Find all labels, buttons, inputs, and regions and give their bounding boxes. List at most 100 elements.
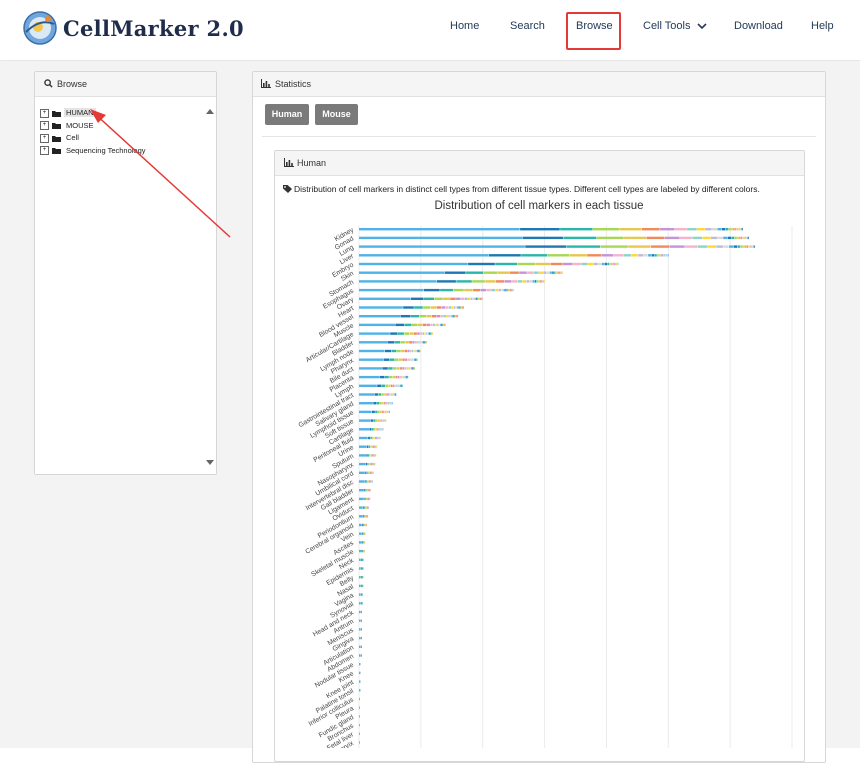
bar-segment[interactable] — [562, 262, 573, 266]
bar-vagina[interactable] — [359, 593, 363, 596]
bar-segment[interactable] — [386, 410, 388, 414]
bar-segment[interactable] — [527, 271, 534, 274]
bar-segment[interactable] — [415, 349, 417, 353]
bar-segment[interactable] — [468, 297, 471, 300]
bar-segment[interactable] — [414, 358, 416, 361]
bar-segment[interactable] — [409, 341, 413, 344]
bar-sputum[interactable] — [359, 454, 377, 457]
bar-segment[interactable] — [743, 245, 745, 248]
bar-segment[interactable] — [441, 323, 443, 327]
bar-segment[interactable] — [359, 236, 523, 240]
bar-segment[interactable] — [456, 297, 461, 300]
bar-segment[interactable] — [370, 454, 372, 457]
bar-segment[interactable] — [418, 349, 420, 353]
bar-segment[interactable] — [373, 402, 377, 405]
bar-segment[interactable] — [733, 228, 735, 231]
bar-segment[interactable] — [397, 375, 400, 379]
bar-pleura[interactable] — [359, 706, 360, 709]
bar-segment[interactable] — [400, 315, 411, 318]
bar-segment[interactable] — [365, 515, 367, 518]
bar-segment[interactable] — [367, 515, 369, 518]
bar-segment[interactable] — [384, 375, 389, 379]
bar-segment[interactable] — [371, 480, 372, 483]
bar-segment[interactable] — [744, 236, 746, 240]
bar-segment[interactable] — [750, 245, 752, 248]
bar-segment[interactable] — [448, 315, 450, 318]
bar-segment[interactable] — [667, 254, 669, 257]
bar-segment[interactable] — [407, 375, 409, 379]
bar-segment[interactable] — [505, 288, 507, 292]
bar-segment[interactable] — [402, 358, 405, 361]
nav-help[interactable]: Help — [811, 20, 834, 32]
bar-segment[interactable] — [745, 245, 747, 248]
bar-segment[interactable] — [374, 436, 376, 440]
bar-segment[interactable] — [460, 306, 462, 309]
bar-segment[interactable] — [702, 236, 711, 240]
bar-segment[interactable] — [746, 236, 748, 240]
bar-segment[interactable] — [390, 384, 393, 387]
bar-liver[interactable] — [359, 254, 669, 257]
expand-toggle-icon[interactable]: + — [40, 146, 49, 156]
bar-segment[interactable] — [687, 228, 697, 231]
bar-segment[interactable] — [366, 506, 368, 509]
bar-segment[interactable] — [481, 297, 483, 300]
bar-segment[interactable] — [359, 541, 362, 544]
bar-segment[interactable] — [405, 375, 407, 379]
bar-segment[interactable] — [362, 515, 364, 518]
bar-segment[interactable] — [409, 349, 412, 353]
bar-segment[interactable] — [385, 402, 387, 405]
bar-segment[interactable] — [411, 323, 418, 327]
bar-segment[interactable] — [397, 332, 404, 335]
bar-segment[interactable] — [665, 254, 666, 257]
bar-segment[interactable] — [403, 375, 405, 379]
bar-segment[interactable] — [378, 436, 380, 440]
bar-segment[interactable] — [359, 375, 380, 379]
bar-segment[interactable] — [707, 245, 716, 248]
bar-segment[interactable] — [511, 280, 518, 283]
bar-segment[interactable] — [362, 532, 364, 535]
bar-segment[interactable] — [359, 680, 361, 683]
cellmarker-logo-icon[interactable] — [22, 10, 58, 46]
bar-segment[interactable] — [395, 375, 398, 379]
bar-segment[interactable] — [367, 497, 369, 501]
bar-segment[interactable] — [566, 245, 601, 248]
bar-segment[interactable] — [359, 697, 360, 701]
bar-segment[interactable] — [472, 280, 485, 283]
bar-segment[interactable] — [739, 228, 741, 231]
bar-segment[interactable] — [407, 358, 409, 361]
bar-segment[interactable] — [381, 419, 383, 422]
bar-segment[interactable] — [413, 358, 414, 361]
expand-toggle-icon[interactable]: + — [40, 108, 49, 118]
bar-segment[interactable] — [623, 254, 632, 257]
bar-segment[interactable] — [512, 288, 514, 292]
bar-segment[interactable] — [379, 419, 381, 422]
bar-segment[interactable] — [414, 358, 415, 361]
bar-segment[interactable] — [359, 523, 362, 527]
brand-title[interactable]: CellMarker 2.0 — [63, 16, 244, 41]
bar-segment[interactable] — [362, 576, 364, 579]
bar-segment[interactable] — [373, 445, 375, 448]
bar-segment[interactable] — [359, 715, 360, 718]
bar-segment[interactable] — [413, 367, 415, 370]
bar-segment[interactable] — [361, 567, 362, 570]
bar-segment[interactable] — [542, 280, 544, 283]
bar-segment[interactable] — [654, 254, 657, 257]
bar-segment[interactable] — [365, 471, 367, 474]
bar-segment[interactable] — [360, 654, 362, 657]
bar-ovary[interactable] — [359, 297, 483, 300]
bar-segment[interactable] — [723, 245, 729, 248]
bar-segment[interactable] — [717, 236, 723, 240]
bar-segment[interactable] — [657, 254, 659, 257]
bar-segment[interactable] — [360, 576, 362, 579]
bar-segment[interactable] — [517, 280, 523, 283]
bar-knee-joint[interactable] — [359, 680, 361, 683]
bar-bile-duct[interactable] — [359, 367, 415, 370]
bar-segment[interactable] — [370, 419, 374, 422]
bar-segment[interactable] — [435, 323, 437, 327]
bar-segment[interactable] — [363, 541, 365, 544]
bar-segment[interactable] — [374, 393, 379, 396]
bar-segment[interactable] — [361, 541, 363, 544]
bar-segment[interactable] — [587, 262, 594, 266]
bar-segment[interactable] — [495, 280, 505, 283]
bar-segment[interactable] — [359, 663, 361, 666]
